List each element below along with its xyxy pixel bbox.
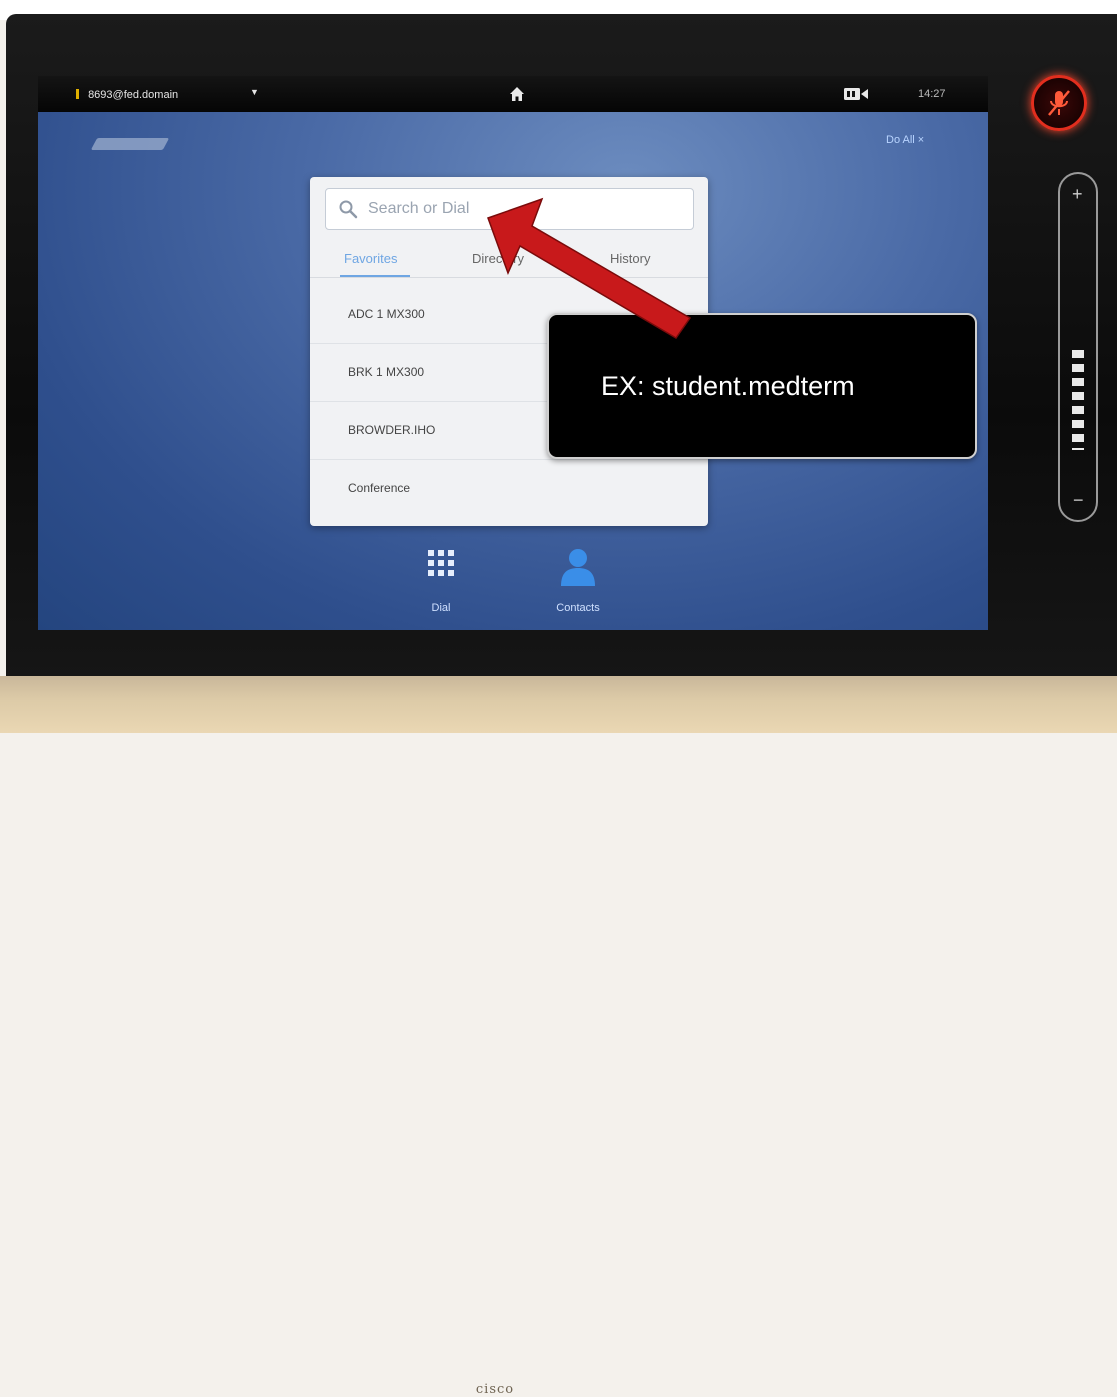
list-item-label: Conference xyxy=(348,481,411,495)
status-bar: 8693@fed.domain ▼ 14:27 xyxy=(38,76,988,112)
divider xyxy=(310,277,708,278)
callout-text: EX: student.medterm xyxy=(601,371,855,401)
list-item-label: BRK 1 MX300 xyxy=(348,365,425,379)
search-input[interactable] xyxy=(366,193,686,225)
contacts-button[interactable]: Contacts xyxy=(548,544,608,614)
keypad-icon xyxy=(428,550,454,576)
clock: 14:27 xyxy=(918,88,946,100)
camera-icon[interactable] xyxy=(843,86,869,102)
list-item[interactable]: Conference xyxy=(310,459,708,517)
caret-down-icon[interactable]: ▼ xyxy=(250,87,259,97)
brand-logo xyxy=(90,138,170,150)
status-indicator xyxy=(76,89,79,99)
volume-up-icon[interactable]: + xyxy=(1072,184,1083,205)
list-item-label: BROWDER.IHO xyxy=(348,423,436,437)
contacts-icon xyxy=(561,549,595,586)
search-box[interactable] xyxy=(325,188,694,230)
table-surface: cisco xyxy=(0,676,1117,1397)
dial-button[interactable]: Dial xyxy=(416,544,466,614)
tab-directory[interactable]: Directory xyxy=(472,251,524,266)
microphone-muted-icon xyxy=(1048,90,1070,116)
user-label: 8693@fed.domain xyxy=(88,89,179,101)
cisco-logo: cisco xyxy=(475,1382,515,1397)
volume-slider[interactable]: + − xyxy=(1058,172,1098,522)
mute-button[interactable] xyxy=(1031,75,1087,131)
user-identity[interactable]: 8693@fed.domain xyxy=(76,89,178,101)
volume-level xyxy=(1072,350,1084,450)
tab-bar: Favorites Directory History xyxy=(310,245,708,275)
bottom-dock: Dial Contacts xyxy=(38,544,988,630)
tab-favorites[interactable]: Favorites xyxy=(344,251,397,266)
search-icon xyxy=(339,200,358,219)
annotation-callout: EX: student.medterm xyxy=(547,313,977,459)
volume-down-icon[interactable]: − xyxy=(1073,490,1084,511)
dial-label: Dial xyxy=(431,602,451,614)
top-right-link[interactable]: Do All × xyxy=(886,134,924,146)
home-icon[interactable] xyxy=(508,85,526,103)
tab-history[interactable]: History xyxy=(610,251,650,266)
contacts-label: Contacts xyxy=(556,602,600,614)
side-controls: + − xyxy=(1020,70,1100,540)
list-item-label: ADC 1 MX300 xyxy=(348,307,425,321)
